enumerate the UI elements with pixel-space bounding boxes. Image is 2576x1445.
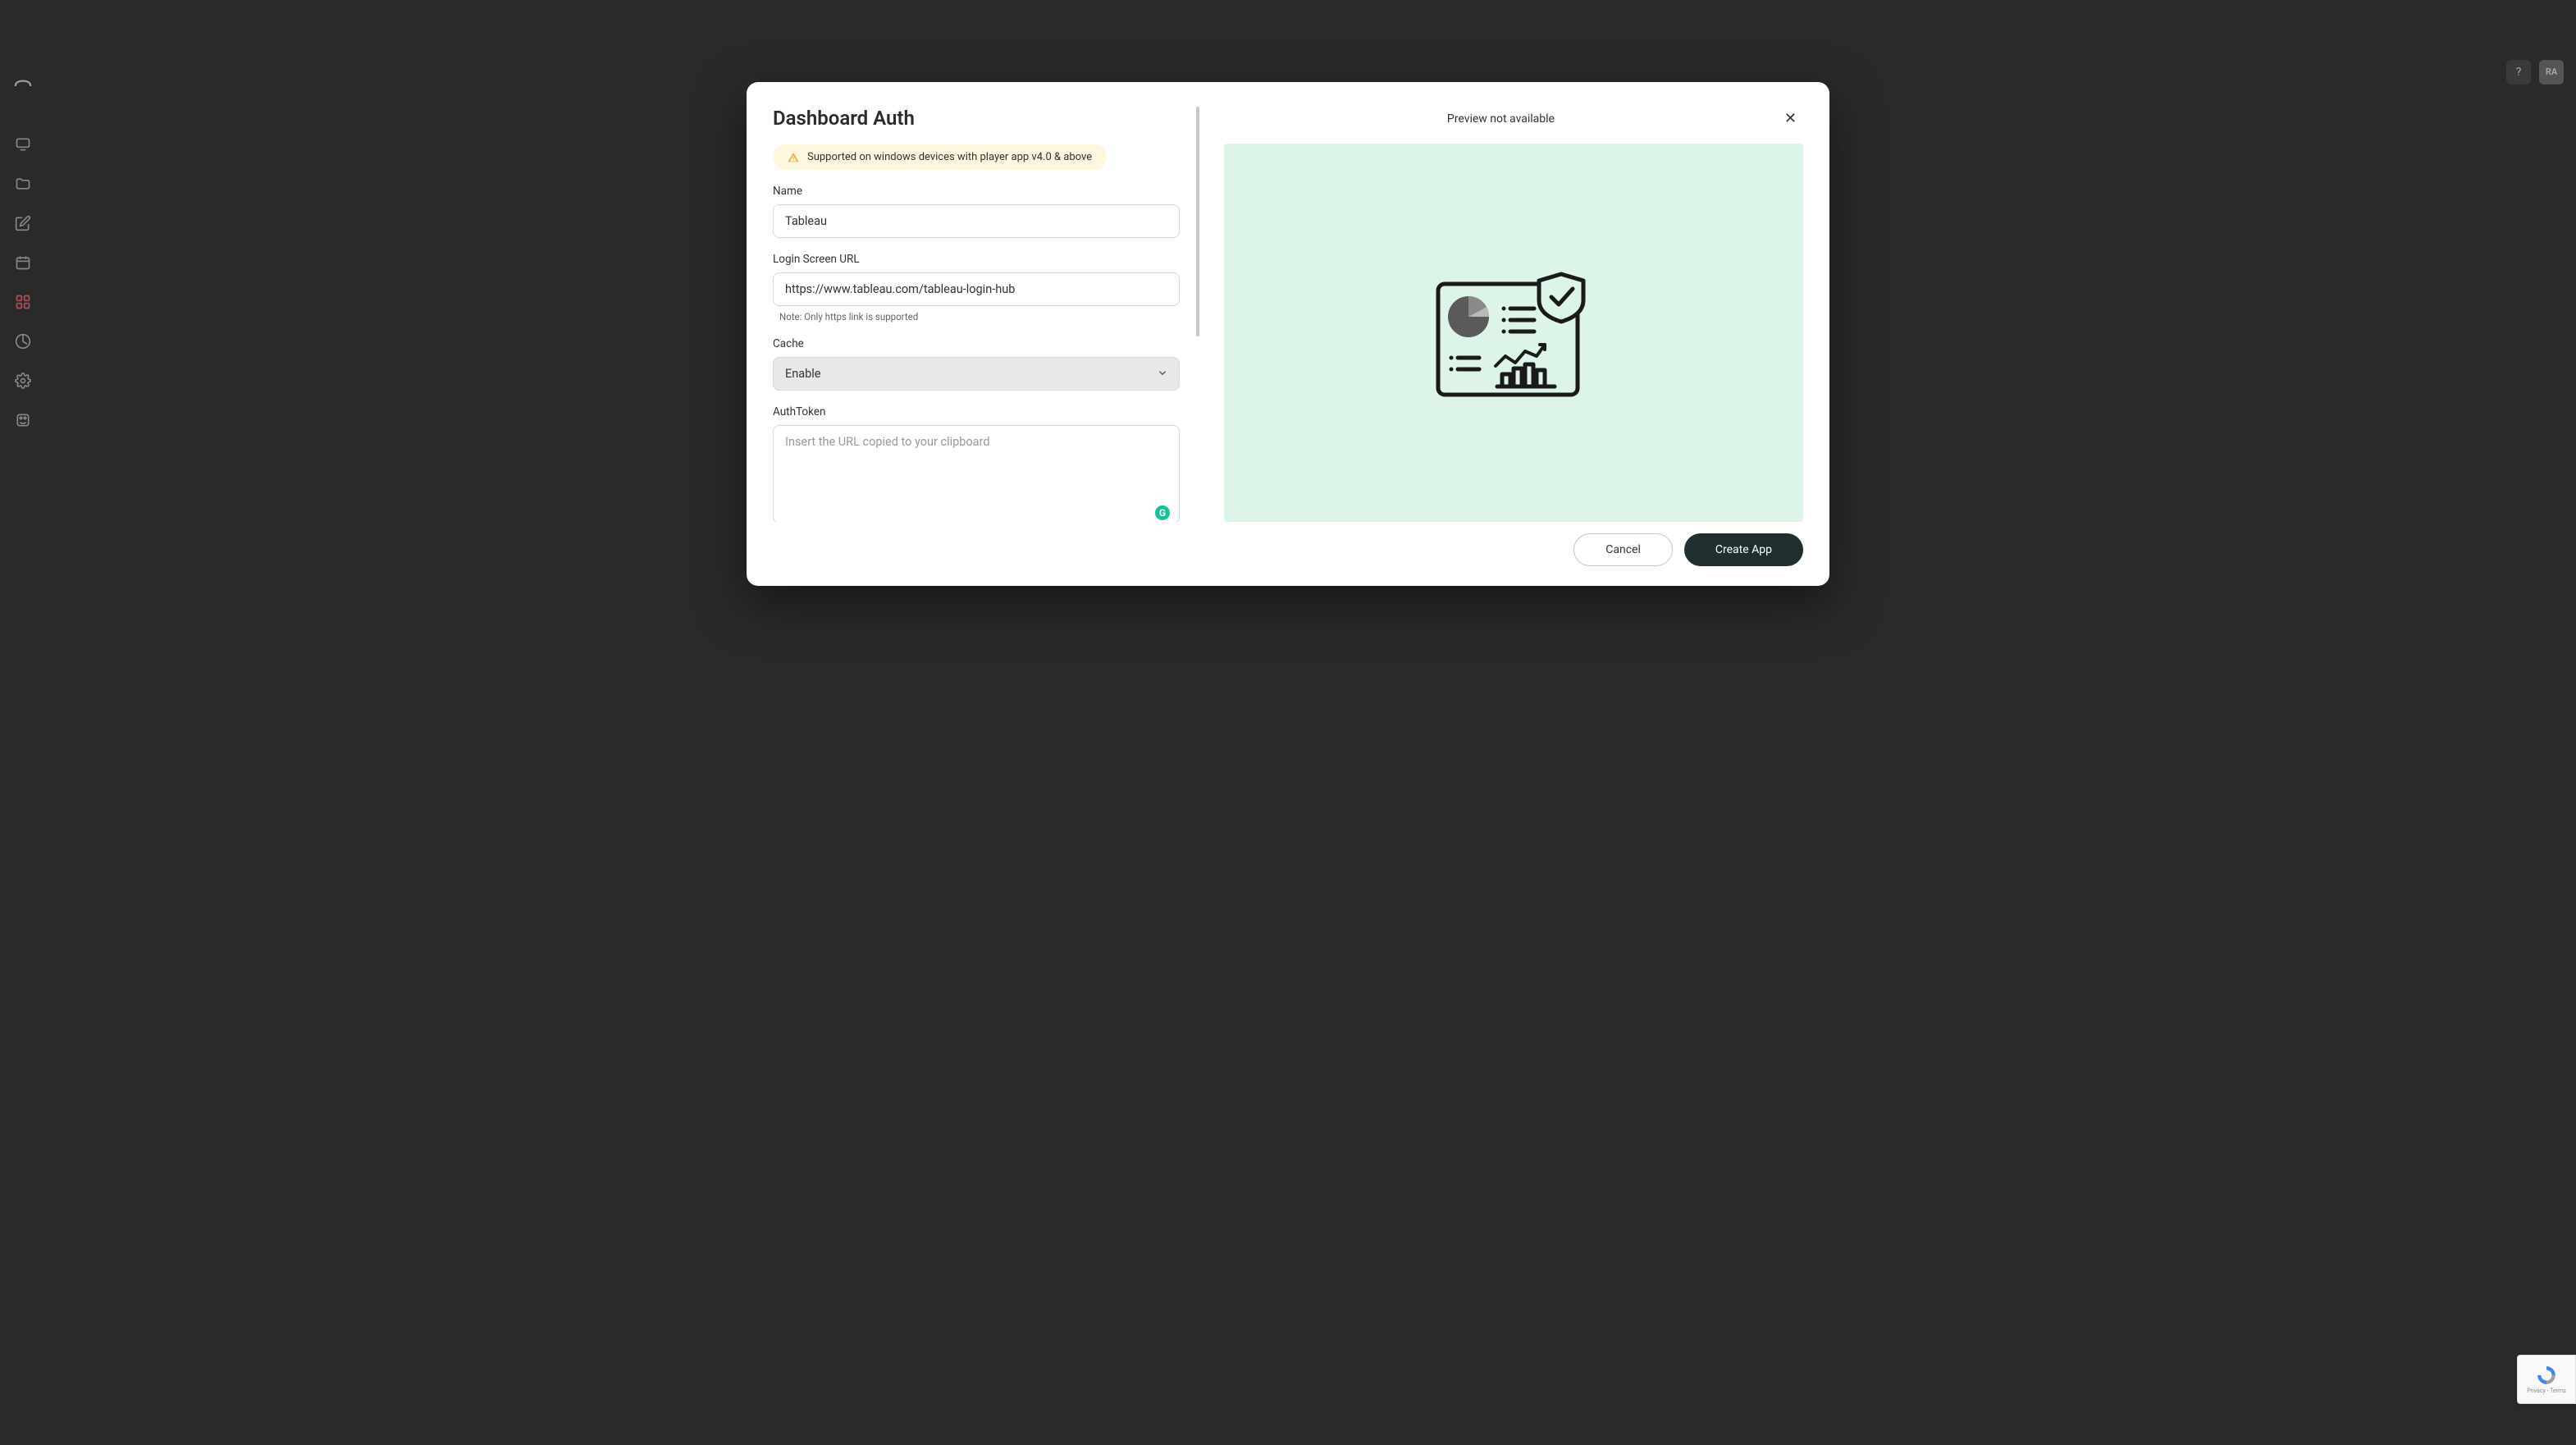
preview-label: Preview not available — [1224, 112, 1778, 126]
warning-icon — [788, 152, 799, 163]
grammarly-icon: G — [1153, 504, 1172, 522]
cache-label: Cache — [773, 337, 1180, 350]
modal-title: Dashboard Auth — [773, 107, 1199, 130]
modal-backdrop: Dashboard Auth Supported on windows devi… — [0, 0, 2576, 1445]
dashboard-auth-modal: Dashboard Auth Supported on windows devi… — [747, 82, 1829, 586]
authtoken-textarea[interactable] — [773, 425, 1180, 522]
close-button[interactable]: ✕ — [1778, 107, 1803, 130]
dashboard-illustration-icon — [1423, 259, 1604, 407]
authtoken-label: AuthToken — [773, 405, 1180, 418]
login-url-label: Login Screen URL — [773, 253, 1180, 266]
recaptcha-icon — [2536, 1365, 2557, 1386]
cancel-button[interactable]: Cancel — [1573, 533, 1673, 566]
warning-chip: Supported on windows devices with player… — [773, 144, 1107, 170]
preview-pane — [1224, 144, 1803, 522]
name-input[interactable] — [773, 204, 1180, 238]
name-label: Name — [773, 185, 1180, 198]
close-icon: ✕ — [1784, 110, 1797, 126]
form-scroll-area[interactable]: Supported on windows devices with player… — [773, 144, 1199, 522]
create-app-button[interactable]: Create App — [1684, 533, 1803, 566]
modal-footer: Cancel Create App — [747, 522, 1829, 586]
warning-text: Supported on windows devices with player… — [807, 151, 1092, 163]
login-url-note: Note: Only https link is supported — [779, 311, 1180, 322]
scrollbar[interactable] — [1196, 107, 1199, 336]
cache-select[interactable]: Enable — [773, 357, 1180, 391]
login-url-input[interactable] — [773, 272, 1180, 306]
recaptcha-badge: Privacy - Terms — [2517, 1355, 2576, 1404]
